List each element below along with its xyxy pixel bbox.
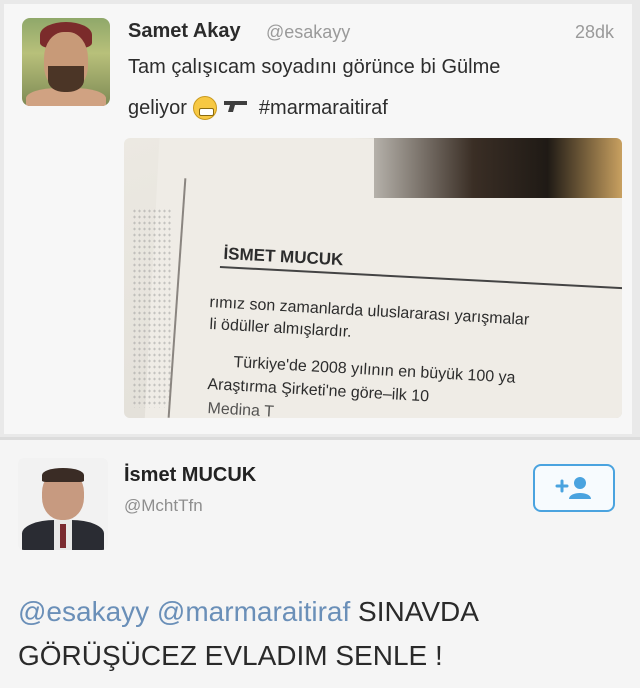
- paper-texture: [132, 208, 172, 408]
- tweet-card-2[interactable]: İsmet MUCUK @MchtTfn @esakayy @marmarait…: [0, 440, 640, 688]
- add-user-icon: [554, 475, 594, 501]
- tweet-text-word: geliyor: [128, 96, 187, 119]
- tweet-text-word: SINAVDA: [358, 596, 479, 627]
- avatar-tie: [60, 524, 66, 548]
- user-handle[interactable]: @MchtTfn: [124, 496, 203, 516]
- mention-link[interactable]: @marmaraitiraf: [157, 596, 350, 627]
- user-handle[interactable]: @esakayy: [266, 22, 350, 43]
- tweet-text-line: Tam çalışıcam soyadını görünce bi Gülme: [128, 56, 501, 78]
- tweet-text: @esakayy @marmaraitiraf SINAVDA GÖRÜŞÜCE…: [18, 590, 618, 678]
- grimacing-face-icon: [192, 96, 217, 120]
- tweet-text-line: geliyor #marmaraitiraf: [128, 96, 388, 120]
- mention-link[interactable]: @esakayy: [18, 596, 149, 627]
- avatar[interactable]: [22, 18, 110, 106]
- tweet-text-line: GÖRÜŞÜCEZ EVLADIM SENLE !: [18, 640, 443, 671]
- follow-button[interactable]: [533, 464, 615, 512]
- pistol-icon: [223, 98, 249, 119]
- photo-text-line: Medina T: [207, 400, 275, 418]
- avatar-hair: [42, 468, 84, 482]
- tweet-timestamp[interactable]: 28dk: [575, 22, 614, 43]
- tweet-photo[interactable]: İSMET MUCUK rımız son zamanlarda uluslar…: [124, 138, 622, 418]
- tweet-card-1[interactable]: Samet Akay @esakayy 28dk Tam çalışıcam s…: [4, 4, 632, 434]
- photo-background: [374, 138, 622, 198]
- user-display-name[interactable]: İsmet MUCUK: [124, 464, 256, 487]
- avatar-beard: [48, 66, 84, 92]
- user-display-name[interactable]: Samet Akay: [128, 20, 241, 43]
- hashtag-link[interactable]: #marmaraitiraf: [259, 97, 388, 120]
- avatar[interactable]: [18, 458, 108, 550]
